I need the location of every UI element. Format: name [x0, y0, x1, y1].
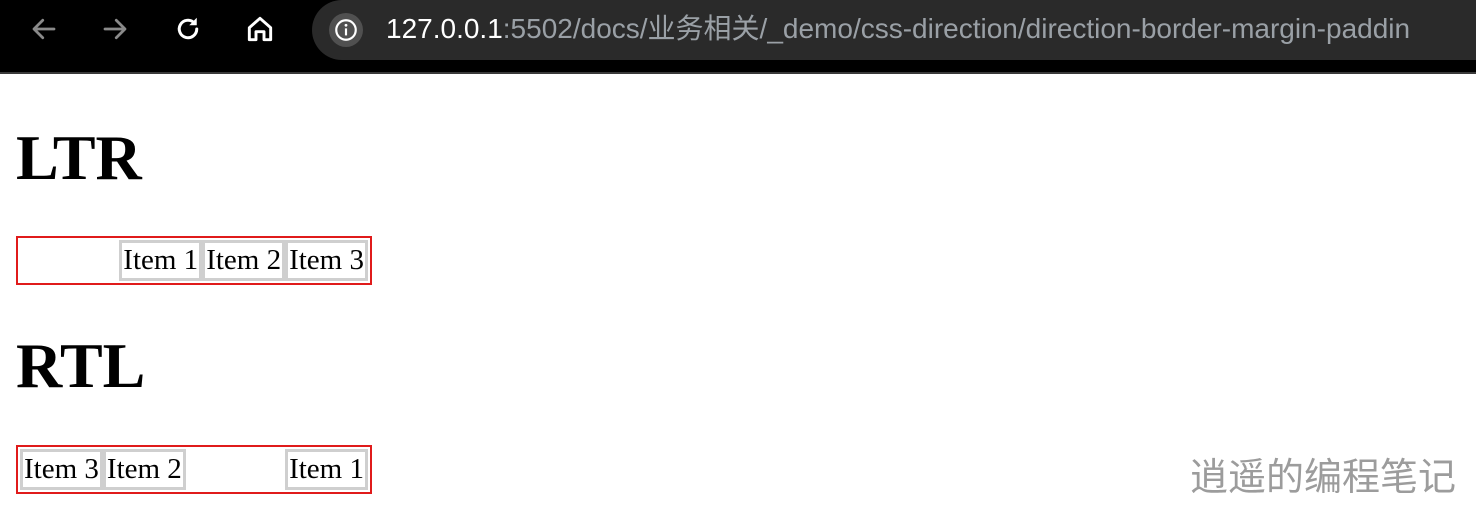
url-path: :5502/docs/业务相关/_demo/css-direction/dire…	[502, 13, 1411, 44]
watermark-text: 逍遥的编程笔记	[1189, 455, 1456, 499]
info-icon	[335, 19, 357, 41]
rtl-heading: RTL	[16, 330, 146, 401]
rtl-item: Item 1	[285, 449, 368, 490]
ltr-container: Item 1 Item 2 Item 3	[16, 236, 372, 285]
reload-icon	[177, 17, 199, 40]
ltr-item: Item 1	[119, 240, 203, 281]
url-host: 127.0.0.1	[386, 13, 503, 44]
home-button[interactable]	[243, 12, 277, 46]
url-text[interactable]: 127.0.0.1:5502/docs/业务相关/_demo/css-direc…	[386, 0, 1410, 60]
rtl-item: Item 2	[102, 449, 186, 490]
ltr-item: Item 2	[202, 240, 286, 281]
back-button[interactable]	[27, 12, 61, 46]
arrow-right-icon	[103, 18, 127, 40]
ltr-item: Item 3	[285, 240, 368, 281]
address-bar[interactable]: 127.0.0.1:5502/docs/业务相关/_demo/css-direc…	[312, 0, 1476, 60]
arrow-left-icon	[32, 18, 56, 40]
reload-button[interactable]	[171, 12, 205, 46]
rtl-spacer	[186, 449, 285, 490]
forward-button[interactable]	[98, 12, 132, 46]
site-info-icon[interactable]	[329, 13, 363, 47]
page-content: LTR Item 1 Item 2 Item 3 RTL Item 3 Item…	[0, 76, 1476, 516]
rtl-item: Item 3	[20, 449, 103, 490]
home-icon	[247, 16, 273, 42]
ltr-heading: LTR	[16, 122, 142, 193]
rtl-container: Item 3 Item 2 Item 1	[16, 445, 372, 494]
browser-toolbar: 127.0.0.1:5502/docs/业务相关/_demo/css-direc…	[0, 0, 1476, 74]
